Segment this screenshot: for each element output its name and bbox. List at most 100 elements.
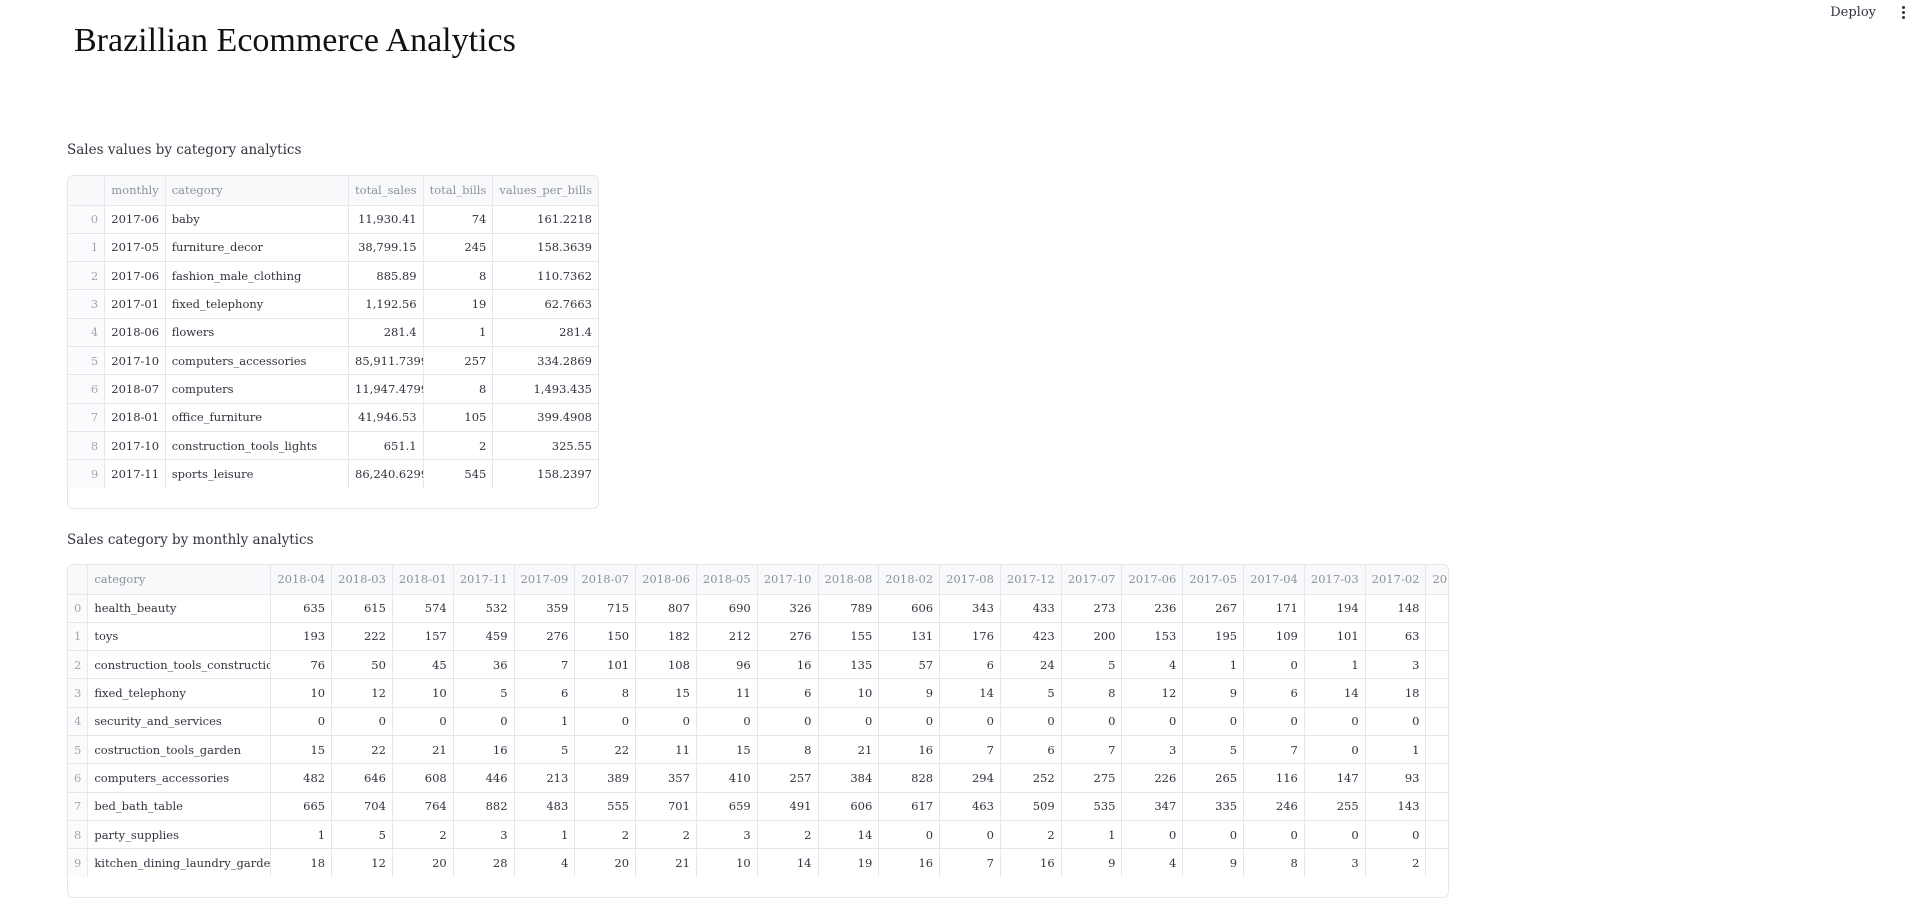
- table-cell[interactable]: 325.55: [492, 431, 598, 461]
- table-cell[interactable]: 24: [1000, 650, 1062, 680]
- table-cell[interactable]: 9: [878, 678, 941, 708]
- table-cell[interactable]: 21: [635, 848, 697, 877]
- column-header[interactable]: 2017-10: [757, 565, 819, 595]
- table-cell[interactable]: 389: [574, 763, 637, 793]
- table-cell[interactable]: 15: [635, 678, 697, 708]
- table-cell[interactable]: 45: [392, 650, 454, 680]
- table-cell[interactable]: 257: [757, 763, 819, 793]
- table-cell[interactable]: 212: [696, 622, 758, 652]
- table-cell[interactable]: 3: [1365, 650, 1427, 680]
- table-cell[interactable]: 101: [1304, 622, 1366, 652]
- table-cell[interactable]: health_beauty: [87, 594, 272, 623]
- table-cell[interactable]: 63: [1365, 622, 1427, 652]
- table-cell[interactable]: 1,493.435: [492, 374, 598, 404]
- table-cell[interactable]: 15: [270, 735, 333, 765]
- table-cell[interactable]: 433: [1000, 594, 1062, 623]
- table-cell[interactable]: 182: [635, 622, 697, 652]
- table-cell[interactable]: 5: [1182, 735, 1245, 765]
- column-header[interactable]: 2018-07: [574, 565, 637, 595]
- table-cell[interactable]: 12: [331, 848, 393, 877]
- table-cell[interactable]: bed_bath_table: [87, 792, 272, 821]
- table-cell[interactable]: fixed_telephony: [165, 289, 350, 319]
- table-cell[interactable]: 4: [1121, 650, 1184, 680]
- table-cell[interactable]: 2: [1000, 820, 1062, 850]
- table-cell[interactable]: 2: [574, 820, 637, 850]
- table-cell[interactable]: 9: [1182, 848, 1245, 877]
- table-cell[interactable]: 109: [1243, 622, 1305, 652]
- table-cell[interactable]: fashion_male_clothing: [165, 261, 350, 291]
- table-cell[interactable]: 116: [1243, 763, 1305, 793]
- column-header[interactable]: 2017-12: [1000, 565, 1062, 595]
- table-cell[interactable]: 690: [696, 594, 758, 623]
- table-cell[interactable]: 135: [818, 650, 880, 680]
- table-cell[interactable]: 2017-06: [104, 205, 166, 234]
- table-cell[interactable]: 294: [939, 763, 1001, 793]
- table-cell[interactable]: 21: [818, 735, 880, 765]
- table-cell[interactable]: 93: [1365, 763, 1427, 793]
- table-cell[interactable]: 7: [1061, 735, 1123, 765]
- table-cell[interactable]: 19: [423, 289, 494, 319]
- table-cell[interactable]: 281.4: [492, 318, 598, 347]
- table-cell[interactable]: 226: [1121, 763, 1184, 793]
- table-cell[interactable]: 171: [1243, 594, 1305, 623]
- table-cell[interactable]: 105: [423, 403, 494, 432]
- table-cell[interactable]: 491: [757, 792, 819, 821]
- table-cell[interactable]: 1: [1425, 848, 1448, 877]
- table-cell[interactable]: 10: [696, 848, 758, 877]
- table-cell[interactable]: 16: [757, 650, 819, 680]
- table-cell[interactable]: 5: [1000, 678, 1062, 708]
- table-cell[interactable]: 885.89: [348, 261, 424, 291]
- table-cell[interactable]: office_furniture: [165, 403, 350, 432]
- table-cell[interactable]: 828: [878, 763, 941, 793]
- table-cell[interactable]: 158.3639: [492, 233, 598, 263]
- table-cell[interactable]: 0: [1121, 707, 1184, 736]
- table-cell[interactable]: 6: [1000, 735, 1062, 765]
- column-header[interactable]: 2017-03: [1304, 565, 1366, 595]
- table-cell[interactable]: 459: [453, 622, 515, 652]
- table-cell[interactable]: 158.2397: [493, 460, 598, 488]
- table-cell[interactable]: 0: [1365, 707, 1427, 736]
- table-cell[interactable]: 22: [574, 735, 637, 765]
- table-cell[interactable]: 41: [1425, 622, 1448, 652]
- table-cell[interactable]: 195: [1182, 622, 1245, 652]
- column-header[interactable]: 2018-01: [392, 565, 454, 595]
- table-cell[interactable]: 0: [1304, 735, 1366, 765]
- table-cell[interactable]: 18: [270, 848, 333, 877]
- table-cell[interactable]: 213: [514, 763, 576, 793]
- table-cell[interactable]: 14: [818, 820, 880, 850]
- table-cell[interactable]: 646: [331, 763, 393, 793]
- table-cell[interactable]: 0: [331, 707, 393, 736]
- table-cell[interactable]: 74: [423, 205, 494, 234]
- table-cell[interactable]: 3: [696, 820, 758, 850]
- table-cell[interactable]: party_supplies: [87, 820, 272, 850]
- table-cell[interactable]: 16: [878, 848, 941, 877]
- table-cell[interactable]: 7: [939, 848, 1001, 877]
- table-cell[interactable]: 147: [1304, 763, 1366, 793]
- table-cell[interactable]: 715: [574, 594, 637, 623]
- table-cell[interactable]: 16: [453, 735, 515, 765]
- table-cell[interactable]: construction_tools_construction: [87, 650, 272, 680]
- column-header[interactable]: total_sales: [348, 176, 424, 206]
- table-cell[interactable]: 20: [392, 848, 454, 877]
- column-header[interactable]: 2018-06: [635, 565, 697, 595]
- table-cell[interactable]: 347: [1121, 792, 1184, 821]
- table-cell[interactable]: 1: [1182, 650, 1245, 680]
- table-cell[interactable]: 252: [1000, 763, 1062, 793]
- table-cell[interactable]: 11,947.4799: [348, 374, 424, 404]
- table-cell[interactable]: 143: [1365, 792, 1427, 821]
- table-cell[interactable]: 0: [1243, 820, 1305, 850]
- table-cell[interactable]: 6: [757, 678, 819, 708]
- table-cell[interactable]: 19: [818, 848, 880, 877]
- table-cell[interactable]: 257: [423, 346, 494, 376]
- table-cell[interactable]: 8: [1243, 848, 1305, 877]
- table-cell[interactable]: 807: [635, 594, 697, 623]
- table-cell[interactable]: 2018-06: [104, 318, 166, 347]
- table-cell[interactable]: 384: [818, 763, 880, 793]
- table-cell[interactable]: 701: [635, 792, 697, 821]
- table-cell[interactable]: 11: [635, 735, 697, 765]
- table-cell[interactable]: 14: [757, 848, 819, 877]
- table-cell[interactable]: 509: [1000, 792, 1062, 821]
- column-header[interactable]: 2017-08: [939, 565, 1001, 595]
- table-cell[interactable]: computers: [165, 374, 350, 404]
- table-cell[interactable]: 6: [1243, 678, 1305, 708]
